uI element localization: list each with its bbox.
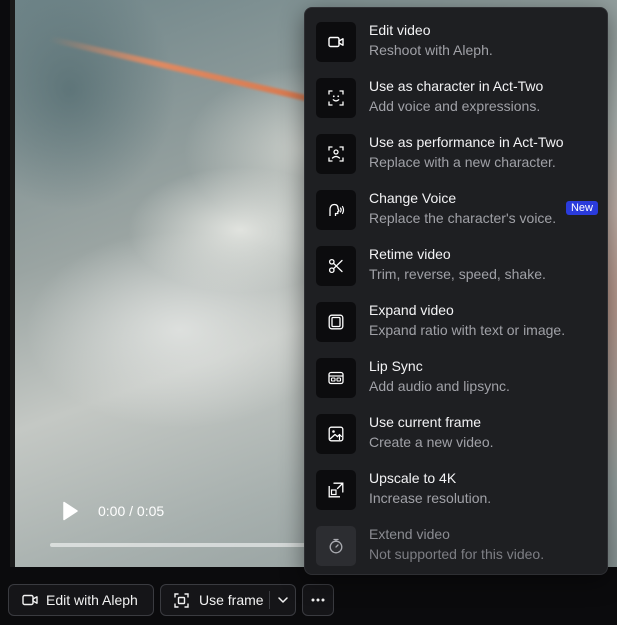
menu-item-upscale-4k[interactable]: Upscale to 4K Increase resolution.: [316, 468, 598, 514]
menu-item-title: Use current frame: [369, 414, 482, 430]
upscale-icon: [316, 470, 356, 510]
video-camera-icon: [316, 22, 356, 62]
menu-item-title: Use as performance in Act-Two: [369, 134, 564, 150]
button-divider: [269, 591, 270, 609]
more-horizontal-icon: [311, 598, 325, 602]
menu-item-description: Create a new video.: [369, 434, 494, 450]
expand-frame-icon: [316, 302, 356, 342]
menu-item-description: Reshoot with Aleph.: [369, 42, 493, 58]
menu-item-description: Replace with a new character.: [369, 154, 556, 170]
scissors-icon: [316, 246, 356, 286]
menu-item-description: Not supported for this video.: [369, 546, 545, 562]
edit-with-aleph-button[interactable]: Edit with Aleph: [8, 584, 154, 616]
more-options-menu: Edit video Reshoot with Aleph. Use as ch…: [304, 7, 608, 575]
menu-item-description: Expand ratio with text or image.: [369, 322, 566, 338]
menu-item-lip-sync[interactable]: Lip Sync Add audio and lipsync.: [316, 356, 598, 402]
face-scan-icon: [316, 78, 356, 118]
menu-item-retime-video[interactable]: Retime video Trim, reverse, speed, shake…: [316, 244, 598, 290]
menu-item-description: Trim, reverse, speed, shake.: [369, 266, 546, 282]
menu-item-performance-act-two[interactable]: Use as performance in Act-Two Replace wi…: [316, 132, 598, 178]
voice-head-icon: [316, 190, 356, 230]
menu-item-title: Edit video: [369, 22, 431, 38]
use-frame-label: Use frame: [199, 592, 264, 608]
playback-time: 0:00 / 0:05: [98, 503, 165, 519]
menu-item-description: Increase resolution.: [369, 490, 492, 506]
more-options-button[interactable]: [302, 584, 334, 616]
menu-item-edit-video[interactable]: Edit video Reshoot with Aleph.: [316, 20, 598, 66]
chevron-down-icon[interactable]: [276, 593, 290, 607]
menu-item-title: Retime video: [369, 246, 451, 262]
menu-item-use-current-frame[interactable]: Use current frame Create a new video.: [316, 412, 598, 458]
menu-item-title: Upscale to 4K: [369, 470, 457, 486]
menu-item-expand-video[interactable]: Expand video Expand ratio with text or i…: [316, 300, 598, 346]
menu-item-description: Add audio and lipsync.: [369, 378, 510, 394]
menu-item-title: Expand video: [369, 302, 454, 318]
lip-sync-icon: [316, 358, 356, 398]
menu-item-title: Change Voice: [369, 190, 457, 206]
menu-item-description: Add voice and expressions.: [369, 98, 541, 114]
play-icon[interactable]: [60, 501, 80, 521]
menu-item-character-act-two[interactable]: Use as character in Act-Two Add voice an…: [316, 76, 598, 122]
new-badge: New: [565, 201, 598, 215]
progress-bar[interactable]: [50, 543, 310, 547]
image-frame-icon: [316, 414, 356, 454]
stopwatch-icon: [316, 526, 356, 566]
video-camera-icon: [22, 594, 38, 606]
use-frame-button[interactable]: Use frame: [160, 584, 296, 616]
app-stage: 0:00 / 0:05 Edit with Aleph Use frame Ed…: [0, 0, 617, 625]
edit-with-aleph-label: Edit with Aleph: [46, 592, 138, 608]
menu-item-extend-video: Extend video Not supported for this vide…: [316, 524, 598, 570]
frame-focus-icon: [174, 592, 189, 608]
menu-item-description: Replace the character's voice.: [369, 210, 557, 226]
menu-item-title: Lip Sync: [369, 358, 423, 374]
person-scan-icon: [316, 134, 356, 174]
menu-item-change-voice[interactable]: Change Voice Replace the character's voi…: [316, 188, 598, 234]
menu-item-title: Use as character in Act-Two: [369, 78, 544, 94]
menu-item-title: Extend video: [369, 526, 450, 542]
